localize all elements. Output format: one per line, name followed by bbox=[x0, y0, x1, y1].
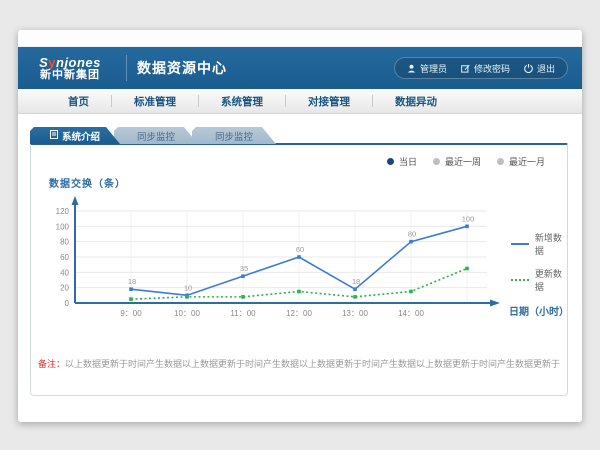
legend-item-new-data: 新增数据 bbox=[511, 231, 567, 257]
tab-bar: 系统介绍 同步监控 同步监控 bbox=[30, 127, 276, 144]
chart-panel: 当日 最近一周 最近一月 数据交换（条） 0 20 40 60 80 100 120 9：00… bbox=[30, 143, 568, 396]
chart-legend: 新增数据 更新数据 bbox=[511, 231, 567, 293]
svg-text:40: 40 bbox=[60, 268, 69, 277]
range-label: 最近一月 bbox=[509, 155, 545, 168]
svg-text:14：00: 14：00 bbox=[398, 309, 424, 318]
svg-text:80: 80 bbox=[60, 238, 69, 247]
range-option-last-month[interactable]: 最近一月 bbox=[497, 155, 545, 168]
header-divider bbox=[126, 55, 127, 81]
nav-item-standard-mgmt[interactable]: 标准管理 bbox=[112, 94, 198, 109]
svg-text:0: 0 bbox=[65, 299, 70, 308]
svg-text:60: 60 bbox=[296, 245, 304, 254]
svg-text:60: 60 bbox=[60, 253, 69, 262]
nav-item-interface-mgmt[interactable]: 对接管理 bbox=[286, 94, 372, 109]
svg-text:80: 80 bbox=[408, 230, 416, 239]
page-title: 数据资源中心 bbox=[137, 58, 227, 78]
svg-text:18: 18 bbox=[352, 277, 360, 286]
svg-text:18: 18 bbox=[128, 277, 136, 286]
logout-button[interactable]: 退出 bbox=[524, 62, 555, 75]
brand-logo-en: Synjones bbox=[18, 56, 122, 70]
svg-text:9：00: 9：00 bbox=[120, 309, 142, 318]
tab-label: 同步监控 bbox=[137, 129, 175, 143]
legend-label: 更新数据 bbox=[535, 267, 567, 293]
tab-system-intro[interactable]: 系统介绍 bbox=[30, 127, 120, 144]
nav-item-home[interactable]: 首页 bbox=[46, 94, 111, 109]
svg-text:20: 20 bbox=[60, 284, 69, 293]
legend-line-solid-icon bbox=[511, 243, 529, 245]
change-password-label: 修改密码 bbox=[474, 62, 510, 75]
power-icon bbox=[524, 64, 533, 73]
app-header: Synjones 新中新集团 数据资源中心 管理员 修改密码 退出 bbox=[18, 47, 582, 89]
svg-text:100: 100 bbox=[56, 222, 70, 231]
edit-icon bbox=[461, 64, 470, 73]
nav-item-system-mgmt[interactable]: 系统管理 bbox=[199, 94, 285, 109]
brand-logo: Synjones 新中新集团 bbox=[18, 54, 122, 81]
change-password-button[interactable]: 修改密码 bbox=[461, 62, 510, 75]
footnote-text: 以上数据更新于时间产生数据以上数据更新于时间产生数据以上数据更新于时间产生数据以… bbox=[65, 359, 560, 369]
legend-label: 新增数据 bbox=[535, 231, 567, 257]
footnote: 备注：以上数据更新于时间产生数据以上数据更新于时间产生数据以上数据更新于时间产生… bbox=[31, 357, 567, 370]
svg-text:35: 35 bbox=[240, 264, 248, 273]
main-nav: 首页 标准管理 系统管理 对接管理 数据异动 bbox=[18, 89, 582, 114]
line-chart: 0 20 40 60 80 100 120 9：00 10：00 11：00 12：00 13：00 1… bbox=[41, 191, 511, 338]
y-axis-title: 数据交换（条） bbox=[49, 175, 126, 190]
svg-text:120: 120 bbox=[56, 207, 70, 216]
range-option-last-week[interactable]: 最近一周 bbox=[433, 155, 481, 168]
user-label: 管理员 bbox=[420, 62, 447, 75]
range-option-today[interactable]: 当日 bbox=[387, 155, 417, 168]
footnote-label: 备注： bbox=[38, 359, 65, 369]
range-selector: 当日 最近一周 最近一月 bbox=[387, 155, 545, 168]
svg-text:11：00: 11：00 bbox=[230, 309, 256, 318]
range-label: 当日 bbox=[399, 155, 417, 168]
legend-item-updated-data: 更新数据 bbox=[511, 267, 567, 293]
document-icon bbox=[50, 130, 58, 142]
legend-line-dotted-icon bbox=[511, 279, 529, 281]
svg-text:13：00: 13：00 bbox=[342, 309, 368, 318]
tab-label: 同步监控 bbox=[215, 129, 253, 143]
top-strip bbox=[18, 30, 582, 47]
svg-text:10: 10 bbox=[184, 283, 192, 292]
user-toolbar: 管理员 修改密码 退出 bbox=[394, 57, 568, 79]
radio-dot-icon bbox=[433, 158, 440, 165]
svg-text:100: 100 bbox=[462, 214, 475, 223]
svg-text:12：00: 12：00 bbox=[286, 309, 312, 318]
radio-dot-icon bbox=[387, 158, 394, 165]
logout-label: 退出 bbox=[537, 62, 555, 75]
user-icon bbox=[407, 64, 416, 73]
page-card: Synjones 新中新集团 数据资源中心 管理员 修改密码 退出 首页 标准管… bbox=[18, 30, 582, 422]
range-label: 最近一周 bbox=[445, 155, 481, 168]
nav-item-data-change[interactable]: 数据异动 bbox=[373, 94, 459, 109]
tab-sync-monitor-2[interactable]: 同步监控 bbox=[192, 127, 276, 144]
tab-sync-monitor-1[interactable]: 同步监控 bbox=[114, 127, 198, 144]
x-axis-title: 日期（小时） bbox=[509, 303, 567, 318]
user-menu[interactable]: 管理员 bbox=[407, 62, 447, 75]
radio-dot-icon bbox=[497, 158, 504, 165]
brand-logo-cn: 新中新集团 bbox=[18, 70, 122, 82]
tab-label: 系统介绍 bbox=[62, 129, 100, 143]
svg-text:10：00: 10：00 bbox=[174, 309, 200, 318]
